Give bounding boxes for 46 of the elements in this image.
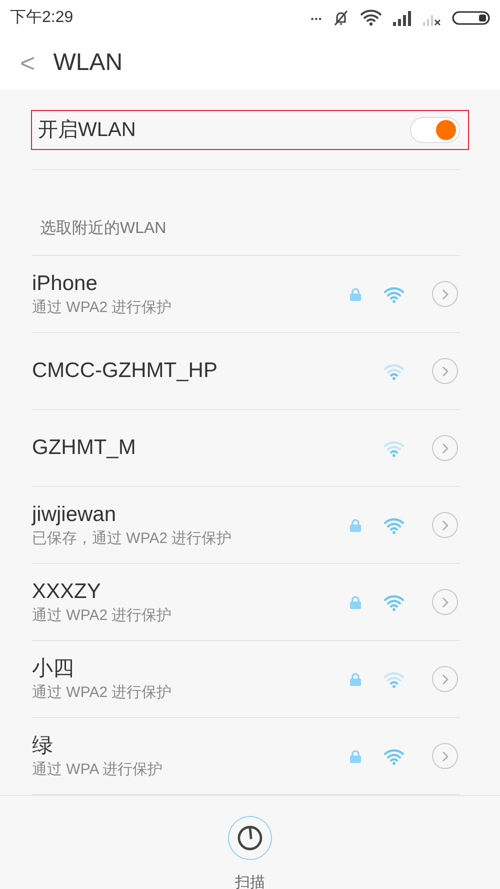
timer-icon — [237, 825, 263, 851]
details-button[interactable] — [432, 281, 458, 307]
network-security: 通过 WPA2 进行保护 — [32, 606, 173, 626]
battery-icon — [452, 10, 490, 26]
network-security: 通过 WPA2 进行保护 — [32, 683, 173, 703]
details-button[interactable] — [432, 666, 458, 692]
network-name: 绿 — [32, 733, 54, 759]
network-row[interactable]: 小四 通过 WPA2 进行保护 — [32, 641, 460, 718]
chevron-right-icon — [442, 596, 448, 608]
network-row[interactable]: GZHMT_M — [32, 410, 460, 487]
muted-bell-icon — [332, 8, 350, 26]
section-title: 选取附近的WLAN — [40, 218, 166, 239]
network-name: 小四 — [32, 656, 75, 682]
chevron-right-icon — [442, 442, 448, 454]
network-security: 通过 WPA 进行保护 — [32, 760, 164, 780]
wlan-switch-label: 开启WLAN — [38, 118, 136, 143]
chevron-right-icon — [442, 288, 448, 300]
wlan-toggle[interactable] — [410, 117, 460, 143]
network-security: 通过 WPA2 进行保护 — [32, 298, 173, 318]
details-button[interactable] — [432, 743, 458, 769]
network-security: 已保存，通过 WPA2 进行保护 — [32, 529, 233, 549]
signal-icon — [392, 10, 412, 26]
chevron-right-icon — [442, 520, 448, 530]
network-name: iPhone — [32, 271, 98, 297]
network-row[interactable]: jiwjiewan 已保存，通过 WPA2 进行保护 — [32, 487, 460, 564]
network-name: jiwjiewan — [32, 502, 118, 528]
details-button[interactable] — [432, 512, 458, 538]
network-row[interactable]: CMCC-GZHMT_HP — [32, 333, 460, 410]
chevron-right-icon — [442, 366, 448, 376]
more-notifications: ... — [310, 8, 322, 22]
network-row[interactable]: XXXZY 通过 WPA2 进行保护 — [32, 564, 460, 641]
details-button[interactable] — [432, 435, 458, 461]
wifi-icon — [360, 9, 382, 26]
details-button[interactable] — [432, 358, 458, 384]
scan-label: 扫描 — [235, 873, 265, 889]
chevron-right-icon — [442, 750, 448, 762]
network-name: GZHMT_M — [32, 435, 137, 461]
scan-button[interactable] — [228, 816, 272, 860]
details-button[interactable] — [432, 589, 458, 615]
network-row[interactable]: 绿 通过 WPA 进行保护 — [32, 718, 460, 795]
page-title: WLAN — [53, 48, 123, 78]
network-name: XXXZY — [32, 579, 102, 605]
network-row[interactable]: iPhone 通过 WPA2 进行保护 — [32, 256, 460, 333]
status-time: 下午2:29 — [10, 8, 74, 28]
network-name: CMCC-GZHMT_HP — [32, 358, 218, 384]
chevron-right-icon — [442, 674, 448, 684]
